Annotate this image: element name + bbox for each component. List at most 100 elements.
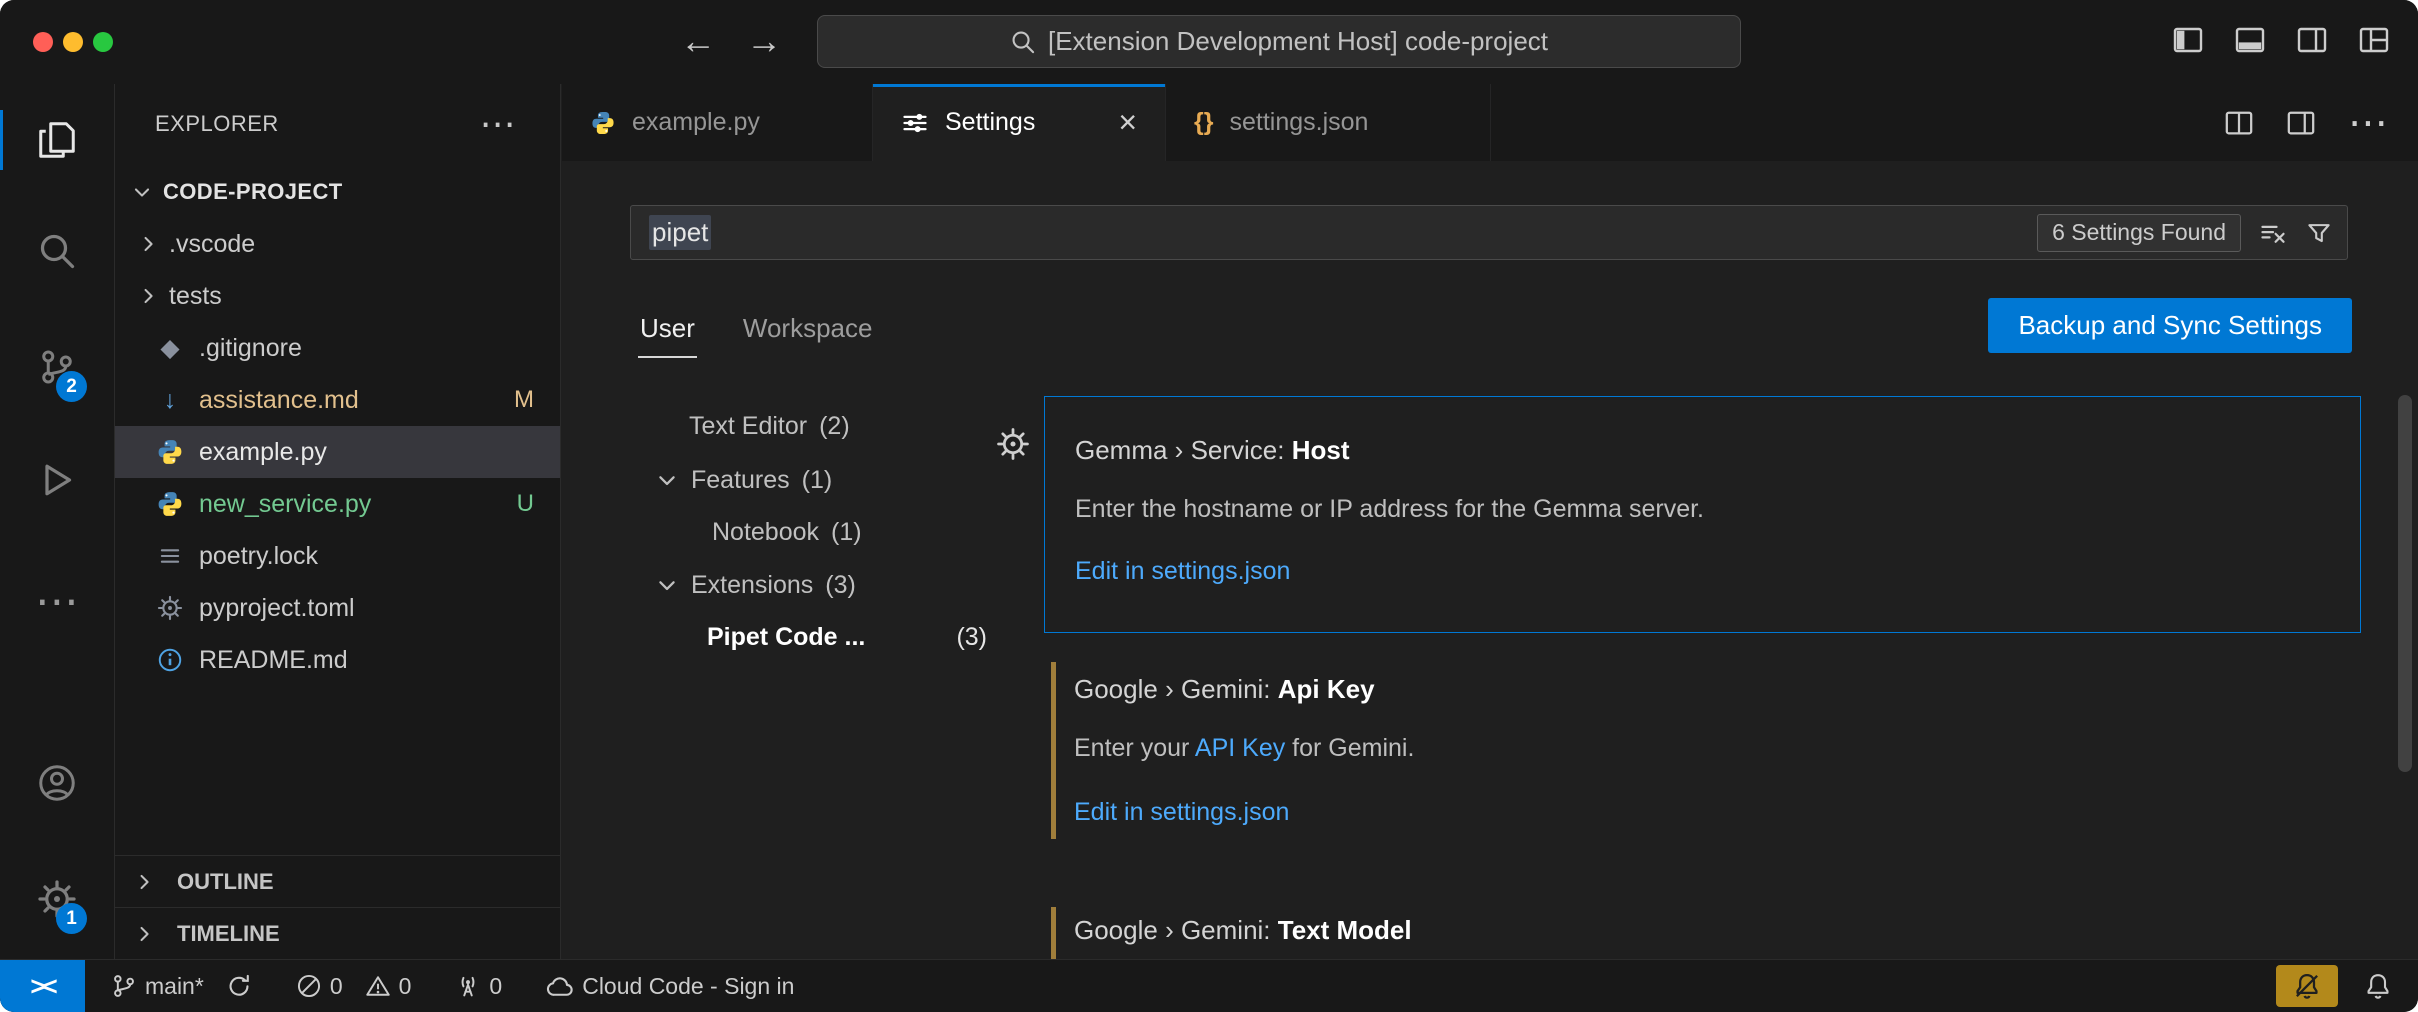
chevron-down-icon	[655, 468, 679, 492]
scrollbar[interactable]	[2398, 395, 2412, 772]
edit-in-settings-json-link[interactable]: Edit in settings.json	[1075, 557, 1290, 586]
forward-icon[interactable]: →	[746, 16, 782, 66]
activity-explorer[interactable]	[0, 100, 114, 180]
tab-example-py[interactable]: example.py	[562, 84, 873, 161]
customize-layout-icon[interactable]	[2358, 24, 2390, 56]
activity-run-debug[interactable]	[0, 440, 114, 520]
setting-google-gemini-api-key[interactable]: Google › Gemini: Api Key Enter your API …	[1044, 660, 2361, 841]
account-icon	[37, 763, 77, 803]
tree-file-example[interactable]: example.py	[115, 426, 560, 478]
toc-features[interactable]: Features (1)	[655, 454, 832, 506]
settings-search-input[interactable]: pipet 6 Settings Found	[630, 205, 2348, 260]
edit-in-settings-json-link[interactable]: Edit in settings.json	[1074, 798, 1289, 827]
activity-search[interactable]	[0, 211, 114, 291]
setting-actions-gear-icon[interactable]	[996, 427, 1030, 461]
tree-folder-vscode[interactable]: .vscode	[115, 218, 560, 270]
sync-icon[interactable]	[226, 973, 252, 999]
editor-layout-icon[interactable]	[2286, 108, 2316, 138]
tab-settings[interactable]: Settings ×	[873, 84, 1166, 161]
ports-status-item[interactable]: 0	[455, 973, 502, 1000]
setting-gemma-service-host[interactable]: Gemma › Service: Host Enter the hostname…	[1044, 396, 2361, 633]
tree-file-pyproject[interactable]: pyproject.toml	[115, 582, 560, 634]
file-label: pyproject.toml	[199, 594, 355, 623]
toc-extensions[interactable]: Extensions (3)	[655, 559, 856, 611]
command-center[interactable]: [Extension Development Host] code-projec…	[817, 15, 1741, 68]
radio-tower-icon	[455, 973, 481, 999]
setting-title: Google › Gemini: Text Model	[1074, 915, 1412, 946]
toggle-panel-icon[interactable]	[2234, 24, 2266, 56]
setting-label: Api Key	[1278, 674, 1375, 704]
do-not-disturb-item[interactable]	[2276, 965, 2338, 1007]
setting-title: Google › Gemini: Api Key	[1074, 674, 1375, 705]
tree-file-readme[interactable]: README.md	[115, 634, 560, 686]
search-icon	[1010, 29, 1036, 55]
cloud-code-status-item[interactable]: Cloud Code - Sign in	[546, 972, 794, 1000]
toc-notebook[interactable]: Notebook (1)	[655, 506, 862, 558]
tree-file-gitignore[interactable]: ◆ .gitignore	[115, 322, 560, 374]
git-status-badge: U	[517, 490, 534, 518]
tree-file-poetry-lock[interactable]: poetry.lock	[115, 530, 560, 582]
settings-scope-tabs: User Workspace	[640, 313, 872, 344]
more-actions-icon[interactable]: ⋯	[2348, 103, 2388, 143]
tab-settings-json[interactable]: {} settings.json	[1166, 84, 1491, 161]
problems-status-item[interactable]: 0 0	[296, 973, 412, 1000]
close-icon[interactable]: ×	[1118, 104, 1137, 141]
outline-section[interactable]: OUTLINE	[115, 855, 560, 907]
titlebar: ← → [Extension Development Host] code-pr…	[0, 0, 2418, 84]
errors-icon	[296, 973, 322, 999]
toc-text-editor[interactable]: Text Editor (2)	[655, 400, 850, 452]
timeline-section[interactable]: TIMELINE	[115, 907, 560, 959]
python-icon	[590, 110, 616, 136]
zoom-window-button[interactable]	[93, 32, 113, 52]
toc-pipet-code[interactable]: Pipet Code ... (3)	[655, 611, 987, 663]
settings-editor: pipet 6 Settings Found User Workspace Ba…	[562, 161, 2418, 959]
split-editor-icon[interactable]	[2224, 108, 2254, 138]
branch-label: main*	[145, 973, 204, 1000]
api-key-link[interactable]: API Key	[1195, 734, 1285, 762]
scm-badge: 2	[56, 371, 87, 402]
vscode-window: ← → [Extension Development Host] code-pr…	[0, 0, 2418, 1012]
manage-badge: 1	[56, 903, 87, 934]
file-label: new_service.py	[199, 490, 371, 519]
file-label: assistance.md	[199, 386, 359, 415]
explorer-more-icon[interactable]: ⋯	[480, 103, 517, 145]
filter-icon[interactable]	[2305, 219, 2333, 247]
tree-file-assistance[interactable]: ↓ assistance.md M	[115, 374, 560, 426]
info-icon	[155, 647, 185, 673]
activity-accounts[interactable]	[0, 743, 114, 823]
remote-indicator[interactable]: ><	[0, 960, 85, 1012]
explorer-sidebar: EXPLORER ⋯ CODE-PROJECT .vscode tests ◆ …	[115, 84, 561, 959]
setting-description: Enter your API Key for Gemini.	[1074, 734, 1414, 763]
setting-category: Gemma › Service:	[1075, 435, 1292, 465]
toc-label: Text Editor	[689, 412, 807, 441]
search-icon	[37, 231, 77, 271]
git-status-badge: M	[514, 386, 534, 414]
back-icon[interactable]: ←	[680, 16, 716, 66]
activity-source-control[interactable]: 2	[0, 327, 114, 407]
python-icon	[155, 490, 185, 518]
chevron-right-icon	[133, 923, 155, 945]
close-window-button[interactable]	[33, 32, 53, 52]
scope-tab-user[interactable]: User	[640, 313, 695, 344]
settings-sliders-icon	[901, 109, 929, 137]
setting-category: Google › Gemini:	[1074, 915, 1278, 945]
backup-sync-settings-button[interactable]: Backup and Sync Settings	[1988, 298, 2352, 353]
tree-folder-tests[interactable]: tests	[115, 270, 560, 322]
markdown-icon: ↓	[155, 388, 185, 413]
minimize-window-button[interactable]	[63, 32, 83, 52]
branch-status-item[interactable]: main*	[111, 973, 252, 1000]
scope-tab-workspace[interactable]: Workspace	[743, 313, 873, 344]
tree-root-folder[interactable]: CODE-PROJECT	[115, 166, 560, 218]
bell-icon[interactable]	[2364, 972, 2392, 1000]
file-label: .gitignore	[199, 334, 302, 363]
toggle-secondary-sidebar-icon[interactable]	[2296, 24, 2328, 56]
setting-description: Enter the hostname or IP address for the…	[1075, 495, 1704, 524]
toc-count: (3)	[825, 571, 856, 600]
activity-more[interactable]: ⋯	[0, 561, 114, 641]
clear-search-filters-icon[interactable]	[2259, 219, 2287, 247]
tree-file-new-service[interactable]: new_service.py U	[115, 478, 560, 530]
activity-manage[interactable]: 1	[0, 859, 114, 939]
warnings-icon	[365, 973, 391, 999]
toggle-primary-sidebar-icon[interactable]	[2172, 24, 2204, 56]
setting-google-gemini-text-model[interactable]: Google › Gemini: Text Model	[1044, 905, 2361, 959]
